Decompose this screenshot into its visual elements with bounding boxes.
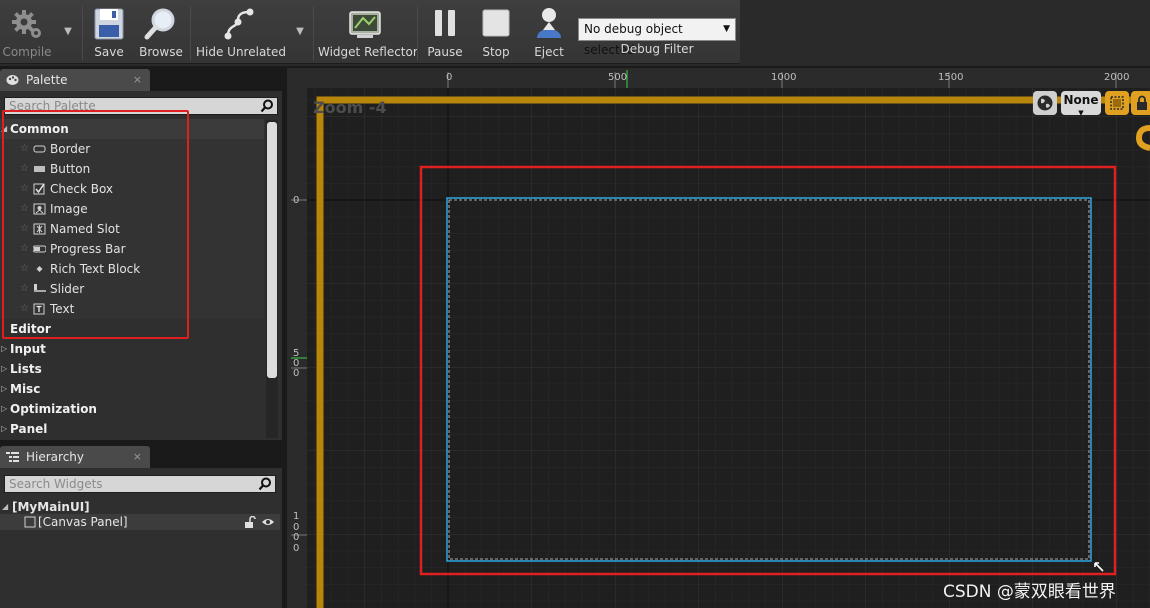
stop-button[interactable]: Stop <box>476 2 516 62</box>
palette-icon <box>6 75 19 85</box>
chevron-down-icon: ▼ <box>1078 109 1084 117</box>
save-icon <box>94 8 124 40</box>
category-input[interactable]: ▷ Input <box>0 339 264 359</box>
tab-palette[interactable]: Palette × <box>0 69 150 91</box>
ruler-label: 1500 <box>938 72 964 83</box>
category-panel-label: Panel <box>10 422 48 436</box>
watermark: CSDN @蒙双眼看世界 <box>943 582 1116 602</box>
screen-size-button[interactable] <box>1033 91 1057 115</box>
fill-screen-button[interactable] <box>1105 91 1129 115</box>
zoom-level-label: Zoom -4 <box>313 98 387 117</box>
save-label: Save <box>94 45 124 59</box>
node-graph-icon <box>224 8 254 40</box>
compile-button[interactable]: Compile <box>0 2 54 62</box>
hierarchy-search-input[interactable]: Search Widgets <box>4 475 276 493</box>
ruler-label: 0 <box>293 195 300 206</box>
hierarchy-root-label: [MyMainUI] <box>12 500 90 514</box>
category-optimization[interactable]: ▷ Optimization <box>0 399 264 419</box>
toolbar-separator <box>417 6 418 60</box>
palette-scrollbar[interactable] <box>266 120 278 438</box>
widget-reflector-icon <box>349 11 381 38</box>
lock-icon <box>1137 95 1147 110</box>
search-icon <box>260 99 273 113</box>
close-icon[interactable]: × <box>133 446 142 468</box>
widget-reflector-button[interactable]: Widget Reflector <box>318 2 418 62</box>
category-misc-label: Misc <box>10 382 41 396</box>
category-misc[interactable]: ▷ Misc <box>0 379 264 399</box>
chevron-down-icon: ▼ <box>723 24 730 34</box>
toolbar-separator <box>82 6 83 60</box>
magnifier-icon <box>144 8 175 40</box>
pause-icon <box>435 10 455 36</box>
category-panel[interactable]: ▷ Panel <box>0 419 264 439</box>
debug-object-dropdown[interactable]: No debug object selected ▼ <box>578 18 736 57</box>
category-input-label: Input <box>10 342 46 356</box>
toolbar-separator <box>313 6 314 60</box>
ruler-horizontal: 0 500 1000 1500 2000 <box>287 68 1150 88</box>
hierarchy-root-row[interactable]: ◢ [MyMainUI] <box>0 499 280 515</box>
compile-label: Compile <box>2 45 52 59</box>
triangle-right-icon: ▷ <box>1 384 8 393</box>
eject-button[interactable]: Eject <box>528 2 570 62</box>
screen-size-dropdown[interactable]: None ▼ <box>1061 91 1101 117</box>
triangle-right-icon: ▷ <box>1 424 8 433</box>
close-icon[interactable]: × <box>133 69 142 91</box>
fill-screen-icon <box>1110 96 1124 110</box>
stop-label: Stop <box>482 45 510 59</box>
pause-button[interactable]: Pause <box>424 2 466 62</box>
ruler-label: 2000 <box>1104 72 1130 83</box>
hide-unrelated-label: Hide Unrelated <box>196 45 287 59</box>
tab-hierarchy-label: Hierarchy <box>26 450 85 464</box>
canvas-panel-icon <box>24 516 36 528</box>
eject-label: Eject <box>534 45 564 59</box>
hierarchy-child-label: [Canvas Panel] <box>38 515 128 529</box>
debug-filter-label: Debug Filter <box>620 42 694 56</box>
triangle-right-icon: ▷ <box>1 404 8 413</box>
tab-palette-label: Palette <box>26 73 68 87</box>
toolbar-separator <box>190 6 191 60</box>
triangle-right-icon: ▷ <box>1 364 8 373</box>
hide-unrelated-options-arrow[interactable]: ▼ <box>294 26 306 38</box>
ruler-label: 0 <box>446 72 453 83</box>
lock-button[interactable] <box>1131 91 1150 115</box>
eye-icon[interactable] <box>261 516 275 528</box>
widget-reflector-label: Widget Reflector <box>318 45 418 59</box>
gear-icon <box>12 10 41 38</box>
hierarchy-panel: Search Widgets ◢ [MyMainUI] [Canvas Pane… <box>0 468 282 608</box>
compile-options-arrow[interactable]: ▼ <box>62 26 74 38</box>
designer-grid <box>307 88 1150 608</box>
browse-label: Browse <box>139 45 183 59</box>
browse-button[interactable]: Browse <box>138 2 184 62</box>
triangle-down-icon: ◢ <box>2 502 9 511</box>
tab-hierarchy[interactable]: Hierarchy × <box>0 446 150 468</box>
globe-icon <box>1037 95 1053 111</box>
ruler-vertical: 0 5 0 0 1 0 0 0 <box>287 68 307 608</box>
ruler-label: 1000 <box>771 72 797 83</box>
hierarchy-canvas-panel-row[interactable]: [Canvas Panel] <box>0 514 280 530</box>
category-lists-label: Lists <box>10 362 42 376</box>
triangle-right-icon: ▷ <box>1 344 8 353</box>
annotation-box <box>2 110 189 339</box>
ruler-label: 500 <box>608 72 628 83</box>
ruler-label: 5 0 0 <box>293 348 300 379</box>
stop-icon <box>482 9 510 37</box>
screen-size-value: None <box>1063 93 1099 107</box>
ruler-horizontal-ticks <box>447 70 1117 88</box>
hierarchy-search-placeholder: Search Widgets <box>9 477 103 491</box>
palette-scrollbar-thumb[interactable] <box>267 122 277 378</box>
designer-viewport[interactable]: 0 500 1000 1500 2000 0 5 0 0 1 0 0 0 Zoo… <box>287 68 1150 608</box>
unlock-icon[interactable] <box>244 516 256 528</box>
hide-unrelated-button[interactable]: Hide Unrelated <box>196 2 287 62</box>
category-optimization-label: Optimization <box>10 402 97 416</box>
eject-icon <box>537 8 561 38</box>
main-toolbar: Compile ▼ Save Browse Hide Unrelated ▼ W… <box>0 0 1150 66</box>
pause-label: Pause <box>427 45 463 59</box>
ruler-label: 1 0 0 0 <box>293 511 300 554</box>
category-lists[interactable]: ▷ Lists <box>0 359 264 379</box>
search-icon <box>258 477 271 491</box>
save-button[interactable]: Save <box>90 2 128 62</box>
hierarchy-icon <box>6 452 19 462</box>
